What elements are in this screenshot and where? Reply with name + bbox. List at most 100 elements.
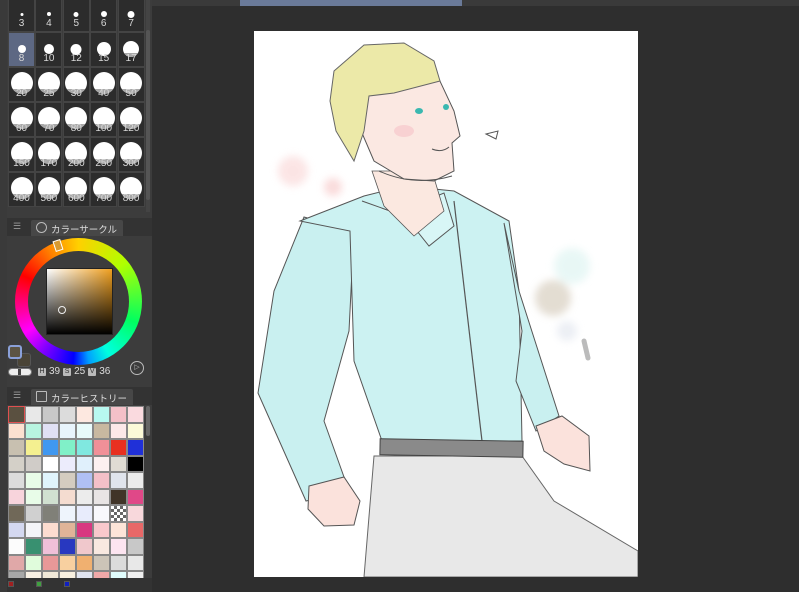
color-history-swatch[interactable] bbox=[110, 472, 127, 489]
brush-size-250[interactable]: 250 bbox=[90, 137, 118, 172]
color-history-swatch[interactable] bbox=[25, 554, 42, 571]
sv-cursor[interactable] bbox=[58, 306, 66, 314]
color-mode-switch-button[interactable]: ▷ bbox=[130, 361, 144, 375]
color-history-swatch[interactable] bbox=[127, 422, 144, 439]
color-history-swatch[interactable] bbox=[127, 488, 144, 505]
color-history-swatch[interactable] bbox=[25, 472, 42, 489]
color-history-swatch[interactable] bbox=[8, 455, 25, 472]
color-history-swatch[interactable] bbox=[110, 488, 127, 505]
color-history-swatch[interactable] bbox=[110, 554, 127, 571]
color-history-swatch[interactable] bbox=[59, 406, 76, 423]
color-history-swatch[interactable] bbox=[93, 571, 110, 578]
color-history-swatch[interactable] bbox=[59, 455, 76, 472]
tab-color-circle[interactable]: カラーサークル bbox=[31, 220, 124, 236]
color-set-swatch[interactable] bbox=[8, 581, 14, 587]
color-history-swatch[interactable] bbox=[8, 439, 25, 456]
color-history-swatch[interactable] bbox=[110, 521, 127, 538]
color-history-swatch[interactable] bbox=[127, 571, 144, 578]
brush-size-15[interactable]: 15 bbox=[90, 32, 118, 67]
brush-size-25[interactable]: 25 bbox=[35, 67, 63, 102]
brush-size-3[interactable]: 3 bbox=[8, 0, 35, 32]
color-history-swatch[interactable] bbox=[42, 554, 59, 571]
brush-size-7[interactable]: 7 bbox=[117, 0, 145, 32]
color-set-swatch[interactable] bbox=[36, 581, 42, 587]
color-history-swatch[interactable] bbox=[42, 439, 59, 456]
color-history-swatch[interactable] bbox=[76, 488, 93, 505]
panel-menu-icon[interactable]: ☰ bbox=[13, 390, 21, 401]
drawing-canvas[interactable] bbox=[254, 31, 639, 578]
brush-size-120[interactable]: 120 bbox=[117, 102, 145, 137]
color-history-swatch[interactable] bbox=[76, 521, 93, 538]
color-history-swatch[interactable] bbox=[110, 538, 127, 555]
brush-size-80[interactable]: 80 bbox=[62, 102, 90, 137]
color-history-swatch[interactable] bbox=[42, 505, 59, 522]
transparent-color-toggle[interactable] bbox=[8, 368, 32, 376]
brush-size-50[interactable]: 50 bbox=[117, 67, 145, 102]
color-history-swatch[interactable] bbox=[8, 538, 25, 555]
color-history-swatch[interactable] bbox=[93, 505, 110, 522]
color-history-swatch[interactable] bbox=[76, 554, 93, 571]
brush-size-200[interactable]: 200 bbox=[62, 137, 90, 172]
brush-size-6[interactable]: 6 bbox=[90, 0, 118, 32]
color-history-swatch[interactable] bbox=[42, 406, 59, 423]
brush-size-60[interactable]: 60 bbox=[8, 102, 35, 137]
color-history-swatch[interactable] bbox=[8, 521, 25, 538]
foreground-color-swatch[interactable] bbox=[8, 345, 22, 359]
saturation-value-square[interactable] bbox=[46, 268, 113, 335]
color-history-swatch[interactable] bbox=[127, 538, 144, 555]
color-history-swatch[interactable] bbox=[93, 488, 110, 505]
color-history-swatch[interactable] bbox=[127, 521, 144, 538]
brush-size-10[interactable]: 10 bbox=[35, 32, 63, 67]
color-history-swatch[interactable] bbox=[110, 406, 127, 423]
color-history-swatch[interactable] bbox=[8, 422, 25, 439]
color-history-swatch[interactable] bbox=[59, 472, 76, 489]
brush-size-12[interactable]: 12 bbox=[62, 32, 90, 67]
color-history-swatch[interactable] bbox=[93, 538, 110, 555]
color-history-swatch[interactable] bbox=[25, 488, 42, 505]
color-history-swatch[interactable] bbox=[93, 439, 110, 456]
color-history-swatch[interactable] bbox=[127, 554, 144, 571]
brush-size-scrollbar[interactable] bbox=[146, 0, 150, 212]
color-history-swatch[interactable] bbox=[59, 538, 76, 555]
tab-color-history[interactable]: カラーヒストリー bbox=[31, 389, 134, 405]
color-history-swatch[interactable] bbox=[93, 521, 110, 538]
color-history-scrollbar[interactable] bbox=[146, 406, 150, 436]
color-history-swatch[interactable] bbox=[76, 406, 93, 423]
brush-size-5[interactable]: 5 bbox=[62, 0, 90, 32]
color-history-swatch[interactable] bbox=[76, 472, 93, 489]
brush-size-4[interactable]: 4 bbox=[35, 0, 63, 32]
color-history-swatch[interactable] bbox=[127, 472, 144, 489]
color-history-swatch[interactable] bbox=[42, 571, 59, 578]
color-history-swatch[interactable] bbox=[127, 455, 144, 472]
panel-menu-icon[interactable]: ☰ bbox=[13, 221, 21, 232]
color-history-swatch[interactable] bbox=[8, 571, 25, 578]
brush-size-150[interactable]: 150 bbox=[8, 137, 35, 172]
brush-size-17[interactable]: 17 bbox=[117, 32, 145, 67]
color-history-swatch[interactable] bbox=[42, 521, 59, 538]
color-history-swatch[interactable] bbox=[59, 554, 76, 571]
color-history-swatch[interactable] bbox=[76, 538, 93, 555]
color-history-swatch[interactable] bbox=[25, 455, 42, 472]
brush-size-400[interactable]: 400 bbox=[8, 172, 35, 207]
color-history-swatch[interactable] bbox=[25, 538, 42, 555]
color-history-swatch[interactable] bbox=[110, 439, 127, 456]
color-history-swatch[interactable] bbox=[93, 406, 110, 423]
brush-size-300[interactable]: 300 bbox=[117, 137, 145, 172]
color-history-swatch[interactable] bbox=[25, 422, 42, 439]
brush-size-170[interactable]: 170 bbox=[35, 137, 63, 172]
color-history-swatch[interactable] bbox=[25, 406, 42, 423]
color-history-swatch[interactable] bbox=[127, 439, 144, 456]
color-history-swatch[interactable] bbox=[8, 406, 25, 423]
color-history-swatch[interactable] bbox=[76, 455, 93, 472]
color-history-swatch[interactable] bbox=[110, 571, 127, 578]
color-history-swatch[interactable] bbox=[59, 521, 76, 538]
color-history-swatch[interactable] bbox=[76, 439, 93, 456]
color-history-swatch[interactable] bbox=[76, 571, 93, 578]
color-history-swatch[interactable] bbox=[93, 455, 110, 472]
color-set-swatch[interactable] bbox=[64, 581, 70, 587]
color-history-swatch[interactable] bbox=[59, 439, 76, 456]
color-history-swatch[interactable] bbox=[93, 554, 110, 571]
color-history-swatch[interactable] bbox=[8, 505, 25, 522]
brush-size-20[interactable]: 20 bbox=[8, 67, 35, 102]
color-history-swatch[interactable] bbox=[93, 422, 110, 439]
